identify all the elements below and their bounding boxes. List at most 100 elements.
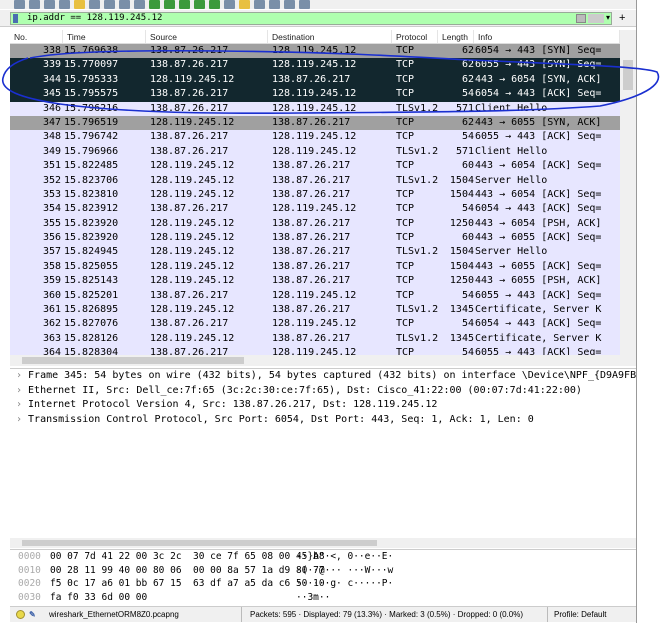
status-bar: ✎ wireshark_EthernetORM8Z0.pcapng Packet…: [10, 606, 636, 622]
column-header-no[interactable]: No.: [10, 30, 63, 43]
close-file-icon[interactable]: [104, 0, 115, 9]
save-file-icon[interactable]: [89, 0, 100, 9]
restart-capture-icon[interactable]: [44, 0, 55, 9]
packet-row[interactable]: 351 15.822485 128.119.245.12 138.87.26.217 T…: [10, 159, 620, 173]
packet-row[interactable]: 346 15.796216 138.87.26.217 128.119.245.12 T…: [10, 102, 620, 116]
details-horizontal-scrollbar[interactable]: [10, 538, 636, 548]
zoom-reset-icon[interactable]: [284, 0, 295, 9]
packet-protocol: TCP: [396, 260, 415, 272]
packet-row[interactable]: 347 15.796519 128.119.245.12 138.87.26.217 T…: [10, 115, 620, 131]
packet-row[interactable]: 352 15.823706 128.119.245.12 138.87.26.217 T…: [10, 174, 620, 188]
expert-info-icon[interactable]: [16, 610, 25, 619]
apply-filter-button[interactable]: [588, 14, 604, 23]
packet-length: 54: [461, 347, 474, 355]
packet-destination: 128.119.245.12: [272, 59, 357, 71]
packet-number: 352: [42, 174, 61, 186]
packet-time: 15.823706: [64, 174, 119, 186]
packet-row[interactable]: 338 15.769638 138.87.26.217 128.119.245.12 T…: [10, 44, 620, 59]
packet-row[interactable]: 359 15.825143 128.119.245.12 138.87.26.217 T…: [10, 274, 620, 288]
open-file-icon[interactable]: [74, 0, 85, 9]
capture-comment-icon[interactable]: ✎: [29, 607, 49, 622]
packet-protocol: TCP: [396, 188, 415, 200]
packet-list-vertical-scrollbar[interactable]: [620, 30, 636, 355]
chevron-right-icon[interactable]: ›: [16, 399, 22, 410]
packet-row[interactable]: 363 15.828126 128.119.245.12 138.87.26.217 T…: [10, 332, 620, 346]
column-header-protocol[interactable]: Protocol: [392, 30, 438, 43]
packet-number: 361: [42, 304, 61, 316]
packet-protocol: TCP: [396, 232, 415, 244]
packet-row[interactable]: 361 15.826895 128.119.245.12 138.87.26.217 T…: [10, 303, 620, 317]
packet-source: 128.119.245.12: [150, 73, 235, 85]
packet-row[interactable]: 339 15.770097 138.87.26.217 128.119.245.12 T…: [10, 58, 620, 73]
packet-time: 15.827076: [64, 318, 119, 330]
packet-info: 443 → 6055 [PSH, ACK]: [475, 275, 602, 287]
packet-row[interactable]: 353 15.823810 128.119.245.12 138.87.26.217 T…: [10, 188, 620, 202]
scrollbar-thumb[interactable]: [623, 60, 633, 90]
packet-row[interactable]: 357 15.824945 128.119.245.12 138.87.26.217 T…: [10, 245, 620, 259]
resize-columns-icon[interactable]: [299, 0, 310, 9]
chevron-right-icon[interactable]: ›: [16, 385, 22, 396]
chevron-right-icon[interactable]: ›: [16, 370, 22, 381]
start-capture-icon[interactable]: [14, 0, 25, 9]
goto-icon[interactable]: [179, 0, 190, 9]
find-icon[interactable]: [134, 0, 145, 9]
reload-icon[interactable]: [119, 0, 130, 9]
packet-row[interactable]: 349 15.796966 138.87.26.217 128.119.245.12 T…: [10, 145, 620, 159]
zoom-in-icon[interactable]: [254, 0, 265, 9]
packet-row[interactable]: 345 15.795575 138.87.26.217 128.119.245.12 T…: [10, 87, 620, 102]
first-icon[interactable]: [194, 0, 205, 9]
add-filter-button[interactable]: +: [619, 12, 625, 24]
detail-tcp[interactable]: › Transmission Control Protocol, Src Port…: [10, 413, 636, 428]
column-header-time[interactable]: Time: [63, 30, 146, 43]
packet-protocol: TCP: [396, 217, 415, 229]
column-header-info[interactable]: Info: [474, 30, 620, 43]
packet-protocol: TLSv1.2: [396, 174, 438, 186]
packet-row[interactable]: 355 15.823920 128.119.245.12 138.87.26.217 T…: [10, 217, 620, 231]
hex-row[interactable]: 0020 f5 0c 17 a6 01 bb 67 15 63 df a7 a5 …: [10, 577, 636, 591]
clear-filter-icon[interactable]: [576, 14, 586, 23]
packet-source: 138.87.26.217: [150, 347, 229, 355]
detail-ethernet[interactable]: › Ethernet II, Src: Dell_ce:7f:65 (3c:2c:…: [10, 384, 636, 399]
packet-length: 62: [461, 73, 474, 85]
packet-number: 359: [42, 275, 61, 287]
packet-row[interactable]: 362 15.827076 138.87.26.217 128.119.245.12 T…: [10, 317, 620, 331]
scrollbar-thumb[interactable]: [22, 357, 244, 364]
stop-capture-icon[interactable]: [29, 0, 40, 9]
packet-protocol: TCP: [396, 45, 415, 56]
column-header-length[interactable]: Length: [438, 30, 474, 43]
profile-selector[interactable]: Profile: Default: [547, 607, 606, 622]
packet-row[interactable]: 360 15.825201 138.87.26.217 128.119.245.12 T…: [10, 289, 620, 303]
options-icon[interactable]: [59, 0, 70, 9]
autoscroll-icon[interactable]: [224, 0, 235, 9]
display-filter-input[interactable]: ip.addr == 128.119.245.12: [10, 12, 612, 25]
zoom-out-icon[interactable]: [269, 0, 280, 9]
packet-time: 15.823912: [64, 203, 119, 215]
packet-row[interactable]: 344 15.795333 128.119.245.12 138.87.26.217 T…: [10, 72, 620, 88]
packet-info: Client Hello: [475, 102, 548, 114]
column-header-source[interactable]: Source: [146, 30, 268, 43]
scrollbar-thumb[interactable]: [22, 540, 377, 546]
hex-row[interactable]: 0000 00 07 7d 41 22 00 3c 2c 30 ce 7f 65 …: [10, 550, 636, 564]
packet-source: 128.119.245.12: [150, 160, 235, 172]
bookmark-icon[interactable]: [13, 14, 18, 23]
packet-info: 443 → 6054 [ACK] Seq=: [475, 160, 602, 172]
detail-frame[interactable]: › Frame 345: 54 bytes on wire (432 bits),…: [10, 369, 636, 384]
packet-row[interactable]: 354 15.823912 138.87.26.217 128.119.245.12 T…: [10, 202, 620, 216]
last-icon[interactable]: [209, 0, 220, 9]
packet-list-horizontal-scrollbar[interactable]: [10, 355, 636, 366]
hex-row[interactable]: 0010 00 28 11 99 40 00 80 06 00 00 8a 57 …: [10, 564, 636, 578]
chevron-right-icon[interactable]: ›: [16, 414, 22, 425]
packet-row[interactable]: 358 15.825055 128.119.245.12 138.87.26.217 T…: [10, 260, 620, 274]
packet-row[interactable]: 348 15.796742 138.87.26.217 128.119.245.12 T…: [10, 130, 620, 144]
column-header-destination[interactable]: Destination: [268, 30, 392, 43]
colorize-icon[interactable]: [239, 0, 250, 9]
packet-destination: 128.119.245.12: [272, 145, 357, 157]
hex-row[interactable]: 0030 fa f0 33 6d 00 00 ··3m··: [10, 591, 636, 605]
packet-row[interactable]: 364 15.828304 138.87.26.217 128.119.245.12 T…: [10, 346, 620, 355]
chevron-down-icon[interactable]: ▾: [606, 13, 610, 22]
packet-number: 362: [42, 318, 61, 330]
back-icon[interactable]: [149, 0, 160, 9]
packet-row[interactable]: 356 15.823920 128.119.245.12 138.87.26.217 T…: [10, 231, 620, 245]
detail-ip[interactable]: › Internet Protocol Version 4, Src: 138.8…: [10, 398, 636, 413]
forward-icon[interactable]: [164, 0, 175, 9]
